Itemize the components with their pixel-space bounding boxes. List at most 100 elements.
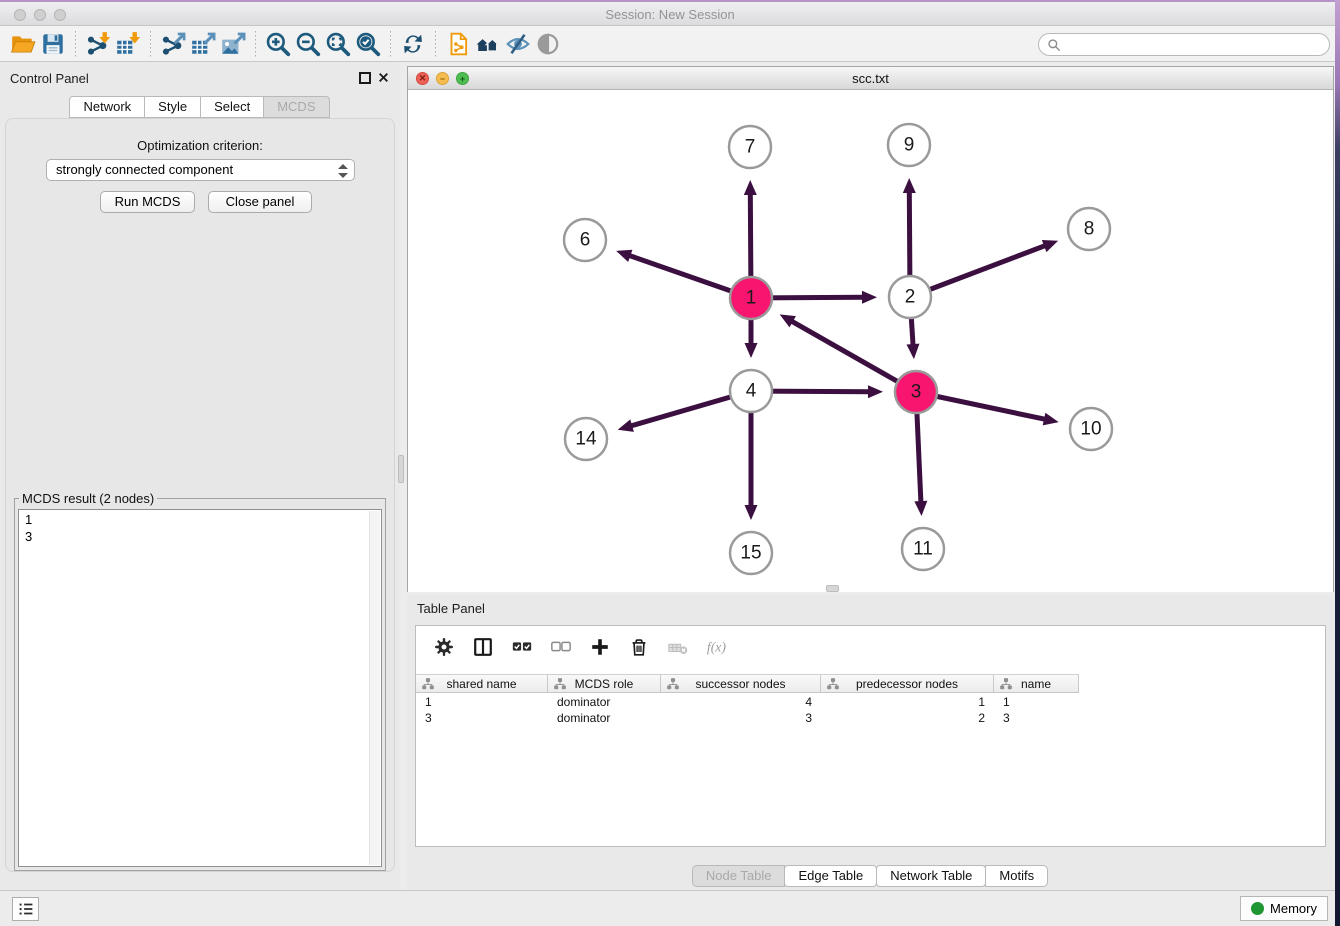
column-header-name[interactable]: name: [994, 675, 1079, 692]
close-panel-icon[interactable]: [377, 71, 390, 89]
table-toolbar: f(x): [416, 626, 1325, 668]
optimization-select[interactable]: strongly connected component: [46, 159, 355, 181]
add-icon[interactable]: [588, 635, 612, 659]
zoom-selected-icon[interactable]: [353, 29, 383, 59]
table-cell[interactable]: 3: [661, 710, 821, 726]
toolbar-separator: [75, 31, 76, 57]
save-session-icon[interactable]: [38, 29, 68, 59]
deselect-all-rows-icon[interactable]: [549, 635, 573, 659]
run-mcds-button[interactable]: Run MCDS: [100, 191, 195, 213]
table-cell[interactable]: dominator: [548, 710, 661, 726]
delete-icon[interactable]: [627, 635, 651, 659]
zoom-in-icon[interactable]: [263, 29, 293, 59]
table-cell[interactable]: 1: [994, 694, 1079, 710]
tab-edge-table[interactable]: Edge Table: [784, 865, 877, 887]
export-image-icon[interactable]: [218, 29, 248, 59]
table-panel-tabs: Node TableEdge TableNetwork TableMotifs: [407, 865, 1334, 887]
graph-node-label: 4: [746, 381, 757, 402]
export-table-icon[interactable]: [188, 29, 218, 59]
arrowhead-icon: [745, 343, 758, 358]
graph-node-label: 15: [740, 543, 761, 564]
table-cell[interactable]: 1: [821, 694, 994, 710]
control-panel-title: Control Panel: [10, 71, 89, 86]
float-panel-icon[interactable]: [359, 72, 371, 84]
close-panel-button[interactable]: Close panel: [208, 191, 312, 213]
tab-select[interactable]: Select: [200, 96, 264, 118]
column-header-shared-name[interactable]: shared name: [416, 675, 548, 692]
network-window-title-bar[interactable]: ✕ − + scc.txt: [408, 67, 1333, 90]
split-view-icon[interactable]: [471, 635, 495, 659]
arrowhead-icon: [744, 180, 757, 195]
graph-node-label: 14: [575, 429, 597, 450]
column-header-predecessor-nodes[interactable]: predecessor nodes: [821, 675, 994, 692]
vertical-splitter-grip[interactable]: [398, 455, 404, 483]
arrowhead-icon: [862, 291, 877, 304]
network-view-title: scc.txt: [408, 71, 1333, 86]
result-scrollbar[interactable]: [369, 511, 380, 865]
table-cell[interactable]: dominator: [548, 694, 661, 710]
table-cell[interactable]: 1: [416, 694, 548, 710]
table-row[interactable]: 1dominator411: [416, 694, 1079, 710]
column-header-successor-nodes[interactable]: successor nodes: [661, 675, 821, 692]
search-input[interactable]: [1065, 35, 1329, 54]
import-table-icon[interactable]: [113, 29, 143, 59]
graph-node-label: 7: [745, 137, 756, 158]
graph-node-label: 1: [746, 288, 757, 309]
mcds-result-group: MCDS result (2 nodes) 1 3: [14, 491, 386, 871]
mcds-result-text[interactable]: 1 3: [18, 509, 382, 867]
graph-node-label: 6: [580, 230, 591, 251]
tab-node-table[interactable]: Node Table: [692, 865, 786, 887]
table-row[interactable]: 3dominator323: [416, 710, 1079, 726]
tab-style[interactable]: Style: [144, 96, 201, 118]
show-all-icon[interactable]: [533, 29, 563, 59]
node-table: f(x) shared nameMCDS rolesuccessor nodes…: [415, 625, 1326, 847]
control-panel: Control Panel NetworkStyleSelectMCDS Opt…: [0, 62, 400, 890]
optimization-criterion-label: Optimization criterion:: [6, 138, 394, 153]
memory-label: Memory: [1270, 901, 1317, 916]
tab-motifs[interactable]: Motifs: [985, 865, 1048, 887]
table-header-row: shared nameMCDS rolesuccessor nodesprede…: [416, 674, 1079, 693]
arrowhead-icon: [745, 505, 758, 520]
import-network-icon[interactable]: [83, 29, 113, 59]
arrowhead-icon: [868, 385, 883, 398]
memory-button[interactable]: Memory: [1240, 896, 1328, 921]
network-view-window: ✕ − + scc.txt 1234678910111415: [407, 66, 1334, 592]
column-header-MCDS-role[interactable]: MCDS role: [548, 675, 661, 692]
export-network-icon[interactable]: [158, 29, 188, 59]
select-all-rows-icon[interactable]: [510, 635, 534, 659]
open-session-icon[interactable]: [8, 29, 38, 59]
table-panel-title: Table Panel: [417, 601, 485, 616]
new-network-icon[interactable]: [443, 29, 473, 59]
graph-node-label: 10: [1080, 419, 1101, 440]
tab-network[interactable]: Network: [69, 96, 145, 118]
toolbar-separator: [150, 31, 151, 57]
arrowhead-icon: [914, 501, 927, 516]
table-cell[interactable]: 4: [661, 694, 821, 710]
tab-network-table[interactable]: Network Table: [876, 865, 986, 887]
table-cell[interactable]: 3: [994, 710, 1079, 726]
network-canvas[interactable]: 1234678910111415: [408, 90, 1333, 592]
search-field[interactable]: [1038, 33, 1330, 56]
table-cell[interactable]: 2: [821, 710, 994, 726]
control-panel-tabs: NetworkStyleSelectMCDS: [0, 96, 400, 118]
delete-column-icon: [666, 635, 690, 659]
search-icon: [1047, 38, 1061, 52]
window-title: Session: New Session: [0, 7, 1340, 22]
zoom-fit-icon[interactable]: [323, 29, 353, 59]
network-graph: 1234678910111415: [408, 90, 1333, 592]
toolbar-separator: [390, 31, 391, 57]
hide-selected-icon[interactable]: [503, 29, 533, 59]
task-history-button[interactable]: [12, 897, 39, 921]
arrowhead-icon: [618, 419, 634, 431]
table-cell[interactable]: 3: [416, 710, 548, 726]
zoom-out-icon[interactable]: [293, 29, 323, 59]
gear-icon[interactable]: [432, 635, 456, 659]
horizontal-splitter-grip[interactable]: [826, 585, 839, 592]
refresh-layout-icon[interactable]: [398, 29, 428, 59]
mcds-panel: Optimization criterion: strongly connect…: [5, 118, 395, 872]
tab-mcds[interactable]: MCDS: [263, 96, 329, 118]
arrowhead-icon: [616, 250, 632, 262]
list-icon: [17, 900, 35, 918]
first-neighbors-icon[interactable]: [473, 29, 503, 59]
graph-node-label: 3: [911, 382, 922, 403]
